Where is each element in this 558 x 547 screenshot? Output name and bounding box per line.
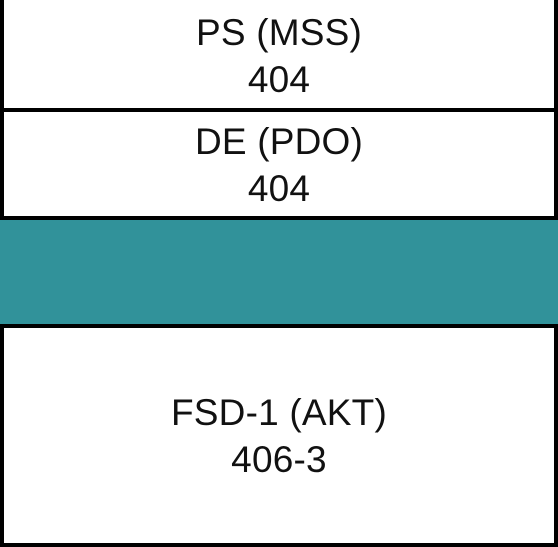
block-value: 404: [247, 59, 311, 100]
block-de-pdo: DE (PDO) 404: [0, 112, 558, 218]
block-title: DE (PDO): [194, 121, 364, 162]
block-title: PS (MSS): [195, 12, 363, 53]
divider: [0, 543, 558, 547]
block-fsd-1-akt: FSD-1 (AKT) 406-3: [0, 328, 558, 543]
block-value: 406-3: [231, 438, 327, 480]
block-ps-mss: PS (MSS) 404: [0, 0, 558, 110]
layer-stack: PS (MSS) 404 DE (PDO) 404 FSD-1 (AKT) 40…: [0, 0, 558, 547]
teal-band: [0, 220, 558, 326]
block-title: FSD-1 (AKT): [171, 391, 387, 433]
block-value: 404: [247, 168, 311, 209]
